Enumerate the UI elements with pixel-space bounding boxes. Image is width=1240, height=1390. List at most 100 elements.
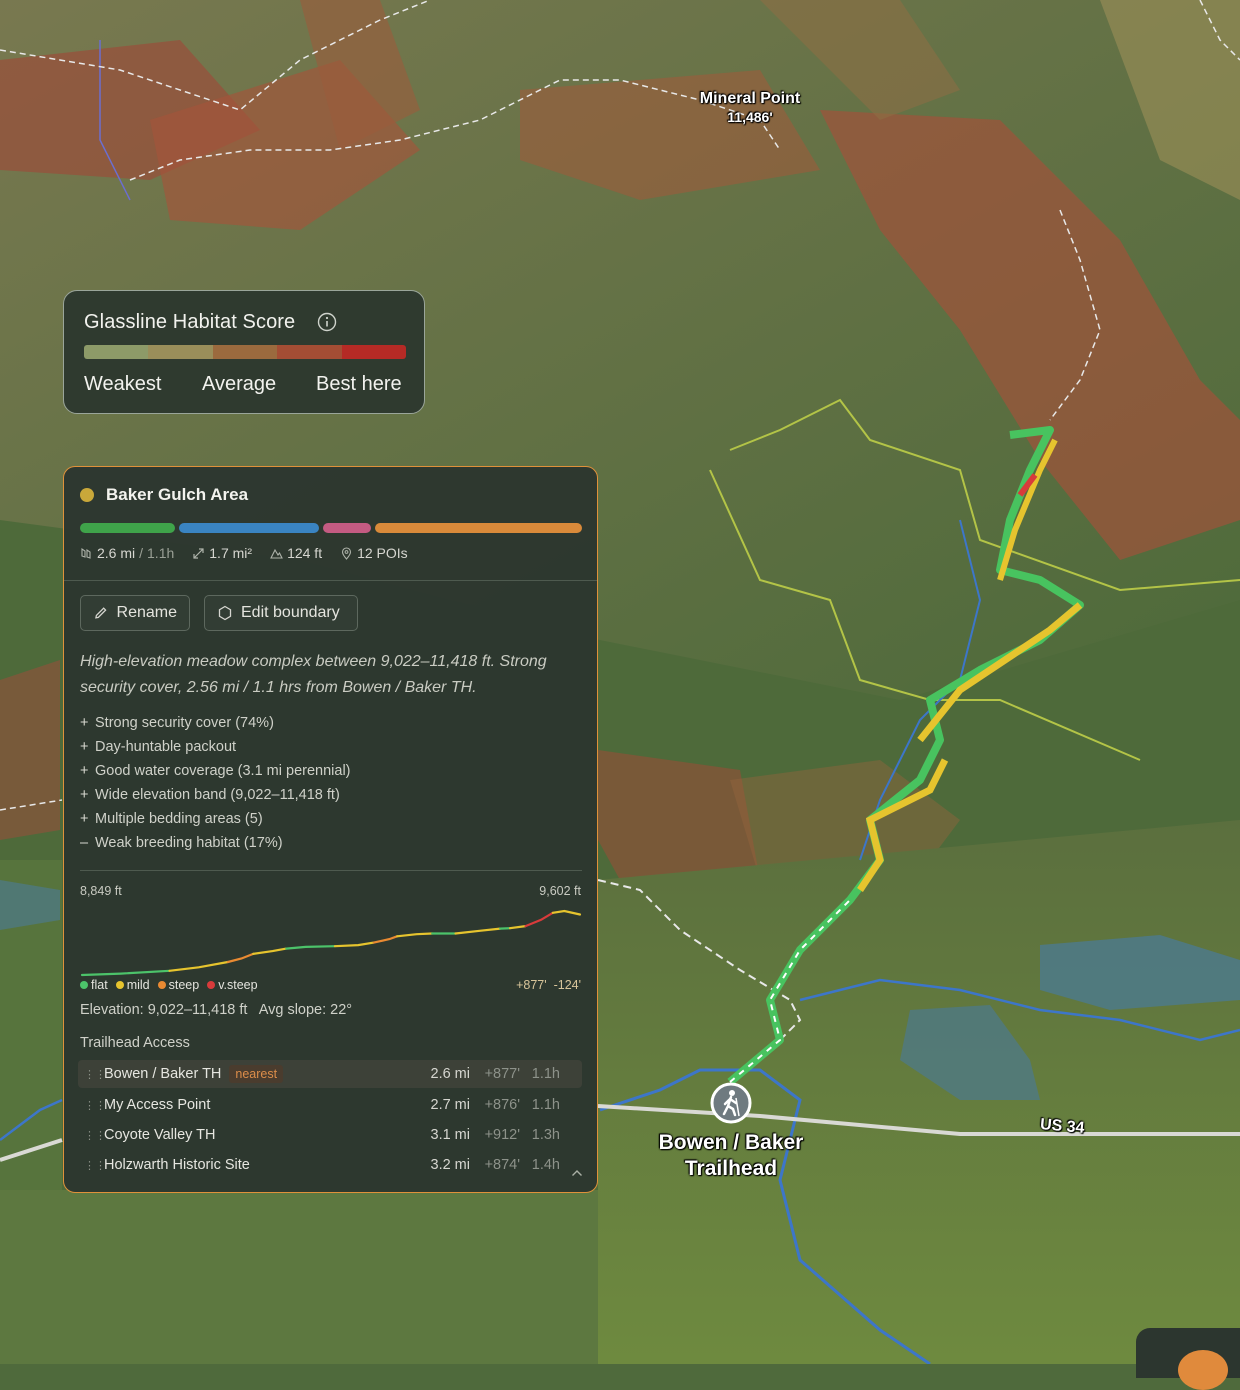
info-icon[interactable]: [317, 312, 337, 332]
slope-label: v.steep: [218, 978, 257, 992]
trait-text: Good water coverage (3.1 mi perennial): [95, 763, 351, 779]
card-header: Baker Gulch Area: [80, 485, 248, 505]
slope-dot: [207, 981, 215, 989]
trailhead-gain: +876': [485, 1097, 520, 1113]
legend-label-best: Best here: [316, 373, 402, 396]
pin-icon: [340, 547, 353, 560]
boots-icon: ⋮⋮: [84, 1159, 104, 1172]
slope-label: steep: [169, 978, 200, 992]
trailhead-distance: 2.7 mi: [431, 1097, 471, 1113]
profile-segment: [228, 954, 253, 962]
trailhead-row[interactable]: ⋮⋮Holzwarth Historic Site 3.2 mi +874' 1.4h: [78, 1151, 582, 1179]
pencil-icon: [93, 605, 109, 621]
legend-swatch: [277, 345, 341, 359]
expand-icon: [192, 547, 205, 560]
edit-boundary-button[interactable]: Edit boundary: [204, 595, 358, 631]
peak-elevation: 11,486': [680, 108, 820, 126]
slope-dot: [80, 981, 88, 989]
chevron-up-icon[interactable]: [571, 1169, 583, 1177]
slope-legend: flat mild steep v.steep: [80, 978, 258, 992]
trailhead-gain: +912': [485, 1127, 520, 1143]
rename-button[interactable]: Rename: [80, 595, 190, 631]
trait-item: +Wide elevation band (9,022–11,418 ft): [80, 783, 351, 807]
trailhead-gain: +877': [485, 1066, 520, 1082]
trait-item: +Multiple bedding areas (5): [80, 807, 351, 831]
trailhead-gain: +874': [485, 1157, 520, 1173]
trait-sign: +: [80, 739, 95, 755]
divider: [80, 870, 582, 871]
profile-segment: [374, 936, 397, 942]
trait-text: Strong security cover (74%): [95, 715, 274, 731]
area-title[interactable]: Baker Gulch Area: [106, 485, 248, 505]
boots-icon: ⋮⋮: [84, 1129, 104, 1142]
stat-distance: 2.6 mi / 1.1h: [80, 545, 174, 561]
nearest-badge: nearest: [229, 1065, 283, 1083]
slope-legend-item: steep: [158, 978, 200, 992]
trailhead-label-line2: Trailhead: [645, 1156, 817, 1182]
profile-segment: [170, 962, 228, 971]
legend-swatch: [213, 345, 277, 359]
trailhead-row[interactable]: ⋮⋮Bowen / Baker THnearest2.6 mi+877'1.1h: [78, 1060, 582, 1088]
stat-area: 1.7 mi²: [192, 545, 252, 561]
trait-item: +Good water coverage (3.1 mi perennial): [80, 759, 351, 783]
slope-label: mild: [127, 978, 150, 992]
trailhead-name: Bowen / Baker TH: [104, 1066, 221, 1082]
habitat-composition-bar: [80, 523, 582, 533]
trailhead-label-line1: Bowen / Baker: [645, 1130, 817, 1156]
profile-min-label: 8,849 ft: [80, 884, 122, 898]
composition-segment: [179, 523, 319, 533]
trait-sign: +: [80, 811, 95, 827]
elevation-profile-chart[interactable]: [80, 899, 582, 979]
hiker-icon[interactable]: [710, 1082, 752, 1124]
area-color-dot: [80, 488, 94, 502]
stat-pois: 12 POIs: [340, 545, 408, 561]
trailhead-distance: 3.1 mi: [431, 1127, 471, 1143]
trailhead-name: My Access Point: [104, 1097, 210, 1113]
area-stats: 2.6 mi / 1.1h 1.7 mi² 124 ft 12 POIs: [80, 545, 408, 561]
profile-segment: [397, 934, 432, 937]
legend-label-average: Average: [202, 373, 276, 396]
legend-swatch: [342, 345, 406, 359]
trailhead-row[interactable]: ⋮⋮My Access Point2.7 mi+876'1.1h: [78, 1091, 582, 1119]
profile-segment: [553, 911, 580, 915]
trailhead-time: 1.4h: [532, 1157, 560, 1173]
boots-icon: ⋮⋮: [84, 1068, 104, 1081]
trailhead-access-heading: Trailhead Access: [80, 1035, 190, 1051]
stat-gain: 124 ft: [270, 545, 322, 561]
slope-legend-item: flat: [80, 978, 108, 992]
trait-list: +Strong security cover (74%)+Day-huntabl…: [80, 711, 351, 855]
habitat-score-legend: Glassline Habitat Score Weakest Average …: [63, 290, 425, 414]
peak-name: Mineral Point: [680, 90, 820, 108]
stat-gain-value: 124 ft: [287, 545, 322, 561]
elevation-summary: Elevation: 9,022–11,418 ft Avg slope: 22…: [80, 1002, 352, 1018]
legend-color-scale: [84, 345, 406, 359]
trait-sign: –: [80, 835, 95, 851]
slope-legend-item: mild: [116, 978, 150, 992]
trait-text: Day-huntable packout: [95, 739, 236, 755]
divider: [64, 580, 597, 581]
peak-label[interactable]: Mineral Point 11,486': [680, 90, 820, 126]
profile-segment: [456, 929, 501, 934]
composition-segment: [323, 523, 371, 533]
mountain-icon: [270, 547, 283, 560]
edit-boundary-button-label: Edit boundary: [241, 604, 340, 622]
hexagon-icon: [217, 605, 233, 621]
legend-title: Glassline Habitat Score: [84, 311, 295, 334]
trailhead-distance: 3.2 mi: [431, 1157, 471, 1173]
stat-pois-value: 12 POIs: [357, 545, 408, 561]
trailhead-row[interactable]: ⋮⋮Coyote Valley TH 3.1 mi +912' 1.3h: [78, 1121, 582, 1149]
trait-text: Multiple bedding areas (5): [95, 811, 263, 827]
area-description: High-elevation meadow complex between 9,…: [80, 649, 580, 701]
profile-segment: [82, 971, 170, 975]
trailhead-label[interactable]: Bowen / Baker Trailhead: [645, 1130, 817, 1182]
trailhead-time: 1.3h: [532, 1127, 560, 1143]
profile-max-label: 9,602 ft: [539, 884, 581, 898]
trailhead-name: Holzwarth Historic Site: [104, 1157, 250, 1173]
locate-button[interactable]: [1178, 1350, 1228, 1390]
stat-time-value: 1.1h: [147, 545, 174, 561]
trailhead-time: 1.1h: [532, 1097, 560, 1113]
trailhead-name: Coyote Valley TH: [104, 1127, 215, 1143]
area-details-card: Baker Gulch Area 2.6 mi / 1.1h 1.7 mi² 1…: [63, 466, 598, 1193]
trait-sign: +: [80, 715, 95, 731]
trait-text: Weak breeding habitat (17%): [95, 835, 283, 851]
